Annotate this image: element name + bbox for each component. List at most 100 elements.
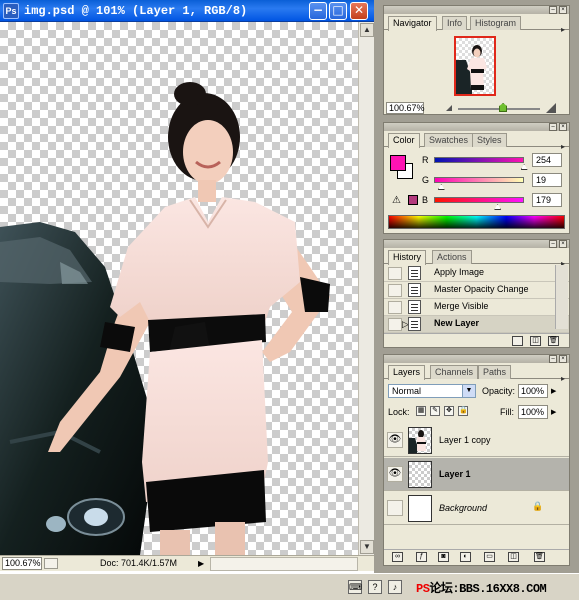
zoom-in-icon[interactable] bbox=[546, 103, 556, 113]
add-layer-style-icon[interactable]: ƒ bbox=[416, 552, 427, 562]
close-palette-icon[interactable]: × bbox=[559, 355, 567, 363]
palette-menu-icon[interactable]: ▸ bbox=[561, 25, 565, 34]
layer-visibility-toggle[interactable] bbox=[387, 500, 403, 516]
tab-color[interactable]: Color bbox=[388, 133, 420, 148]
eye-icon[interactable]: 👁 bbox=[387, 466, 403, 482]
status-icon[interactable] bbox=[44, 558, 58, 569]
history-item[interactable]: Master Opacity Change bbox=[384, 282, 569, 299]
blend-mode-select[interactable]: Normal ▼ bbox=[388, 384, 476, 398]
tab-navigator[interactable]: Navigator bbox=[388, 16, 437, 31]
fill-arrow-icon[interactable]: ▶ bbox=[551, 408, 556, 416]
photoshop-app-icon: Ps bbox=[3, 3, 19, 19]
history-scrollbar[interactable] bbox=[555, 265, 568, 329]
layers-title-bar[interactable]: – × bbox=[384, 355, 569, 363]
tab-layers[interactable]: Layers bbox=[388, 365, 426, 380]
color-spectrum-bar[interactable] bbox=[388, 215, 565, 229]
red-slider[interactable] bbox=[434, 157, 524, 163]
minimize-palette-icon[interactable]: – bbox=[549, 6, 557, 14]
navigator-title-bar[interactable]: – × bbox=[384, 6, 569, 14]
document-title: img.psd @ 101% (Layer 1, RGB/8) bbox=[24, 4, 248, 18]
layer-row-selected[interactable]: 👁 Layer 1 bbox=[384, 458, 569, 491]
horizontal-scrollbar[interactable] bbox=[210, 557, 358, 571]
lock-image-icon[interactable]: ✎ bbox=[430, 406, 440, 416]
zoom-slider-knob[interactable] bbox=[499, 103, 508, 112]
gamut-warning-swatch[interactable] bbox=[408, 195, 418, 205]
tab-actions[interactable]: Actions bbox=[432, 250, 472, 264]
zoom-out-icon[interactable] bbox=[446, 105, 452, 111]
green-slider-knob[interactable] bbox=[437, 184, 445, 190]
blue-slider-knob[interactable] bbox=[494, 204, 502, 210]
minimize-palette-icon[interactable]: – bbox=[549, 240, 557, 248]
zoom-slider[interactable] bbox=[458, 108, 540, 110]
palette-menu-icon[interactable]: ▸ bbox=[561, 374, 565, 383]
blue-value-field[interactable]: 179 bbox=[532, 193, 562, 207]
tab-styles[interactable]: Styles bbox=[472, 133, 507, 147]
palette-menu-icon[interactable]: ▸ bbox=[561, 142, 565, 151]
color-title-bar[interactable]: – × bbox=[384, 123, 569, 131]
volume-icon[interactable]: ♪ bbox=[388, 580, 402, 594]
tab-histogram[interactable]: Histogram bbox=[470, 16, 522, 30]
lock-all-icon[interactable]: 🔒 bbox=[458, 406, 468, 416]
help-icon[interactable]: ? bbox=[368, 580, 382, 594]
delete-layer-icon[interactable]: 🗑 bbox=[534, 552, 545, 562]
scroll-down-arrow-icon[interactable]: ▼ bbox=[360, 540, 374, 554]
close-palette-icon[interactable]: × bbox=[559, 6, 567, 14]
status-zoom-field[interactable]: 100.67% bbox=[2, 557, 42, 570]
history-item[interactable]: Apply Image bbox=[384, 265, 569, 282]
history-item[interactable]: Merge Visible bbox=[384, 299, 569, 316]
lock-icon: 🔒 bbox=[532, 501, 544, 511]
lock-transparent-icon[interactable]: ▦ bbox=[416, 406, 426, 416]
history-title-bar[interactable]: – × bbox=[384, 240, 569, 248]
new-layer-icon[interactable]: ◫ bbox=[508, 552, 519, 562]
close-button[interactable]: ✕ bbox=[350, 2, 368, 20]
scroll-up-arrow-icon[interactable]: ▲ bbox=[360, 23, 374, 37]
minimize-palette-icon[interactable]: – bbox=[549, 355, 557, 363]
layer-name: Layer 1 bbox=[439, 469, 471, 479]
new-fill-adjustment-layer-icon[interactable]: ◐ bbox=[460, 552, 471, 562]
tab-paths[interactable]: Paths bbox=[478, 365, 512, 379]
foreground-color-swatch[interactable] bbox=[390, 155, 406, 171]
navigator-thumbnail[interactable] bbox=[454, 36, 496, 96]
history-snapshot-checkbox[interactable] bbox=[388, 267, 402, 280]
tab-info[interactable]: Info bbox=[442, 16, 468, 30]
green-value-field[interactable]: 19 bbox=[532, 173, 562, 187]
minimize-palette-icon[interactable]: – bbox=[549, 123, 557, 131]
history-snapshot-checkbox[interactable] bbox=[388, 284, 402, 297]
history-snapshot-checkbox[interactable] bbox=[388, 318, 402, 331]
eye-icon[interactable]: 👁 bbox=[387, 432, 403, 448]
blue-slider[interactable] bbox=[434, 197, 524, 203]
history-item-selected[interactable]: ▷ New Layer bbox=[384, 316, 569, 333]
maximize-button[interactable]: □ bbox=[329, 2, 347, 20]
close-palette-icon[interactable]: × bbox=[559, 240, 567, 248]
tab-channels[interactable]: Channels bbox=[430, 365, 479, 379]
document-canvas[interactable] bbox=[0, 22, 358, 555]
fill-field[interactable]: 100% bbox=[518, 405, 548, 419]
navigator-zoom-field[interactable]: 100.67% bbox=[386, 102, 425, 114]
red-slider-knob[interactable] bbox=[520, 164, 528, 170]
layer-row[interactable]: Background 🔒 bbox=[384, 492, 569, 525]
new-snapshot-icon[interactable]: ◫ bbox=[530, 336, 541, 346]
minimize-button[interactable]: − bbox=[309, 2, 327, 20]
tab-swatches[interactable]: Swatches bbox=[424, 133, 474, 147]
opacity-label: Opacity: bbox=[482, 386, 516, 396]
opacity-field[interactable]: 100% bbox=[518, 384, 548, 398]
status-menu-arrow-icon[interactable]: ▶ bbox=[198, 559, 204, 568]
document-title-bar[interactable]: Ps img.psd @ 101% (Layer 1, RGB/8) − □ ✕ bbox=[0, 0, 374, 22]
red-value-field[interactable]: 254 bbox=[532, 153, 562, 167]
lock-position-icon[interactable]: ✥ bbox=[444, 406, 454, 416]
history-snapshot-checkbox[interactable] bbox=[388, 301, 402, 314]
opacity-arrow-icon[interactable]: ▶ bbox=[551, 387, 556, 395]
add-layer-mask-icon[interactable]: ◙ bbox=[438, 552, 449, 562]
new-document-from-state-icon[interactable] bbox=[512, 336, 523, 346]
tab-history[interactable]: History bbox=[388, 250, 427, 265]
layer-row[interactable]: 👁 Layer 1 copy bbox=[384, 424, 569, 457]
watermark-ps: PS bbox=[416, 582, 430, 596]
gamut-warning-icon[interactable]: ⚠ bbox=[392, 195, 401, 206]
close-palette-icon[interactable]: × bbox=[559, 123, 567, 131]
new-group-icon[interactable]: ▭ bbox=[484, 552, 495, 562]
vertical-scrollbar[interactable]: ▲ ▼ bbox=[358, 22, 374, 555]
green-slider[interactable] bbox=[434, 177, 524, 183]
delete-state-icon[interactable]: 🗑 bbox=[548, 336, 559, 346]
keyboard-icon[interactable]: ⌨ bbox=[348, 580, 362, 594]
link-layers-icon[interactable]: ∞ bbox=[392, 552, 403, 562]
